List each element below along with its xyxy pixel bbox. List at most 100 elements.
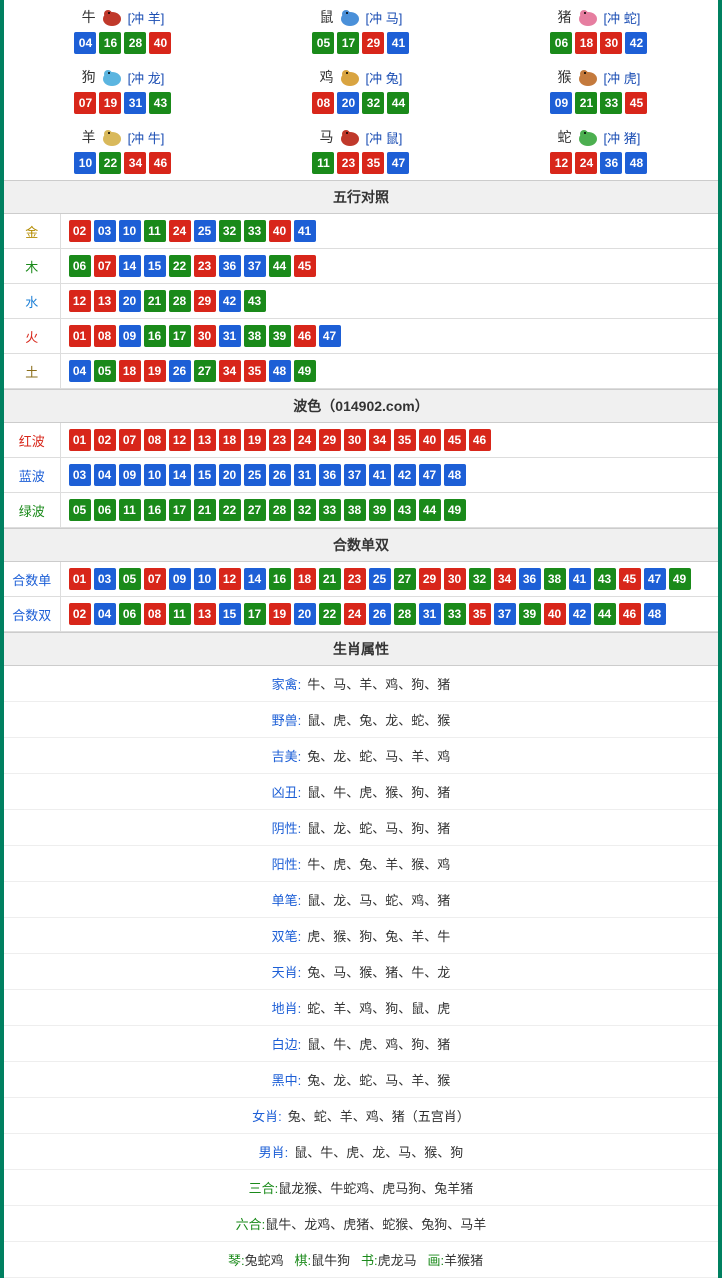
attr-row: 黑中:兔、龙、蛇、马、羊、猴	[4, 1062, 718, 1098]
attr-label: 阴性:	[272, 821, 302, 836]
number-ball: 04	[69, 360, 91, 382]
number-ball: 27	[244, 499, 266, 521]
number-ball: 26	[169, 360, 191, 382]
attr-value: 鼠、龙、马、蛇、鸡、猪	[307, 893, 450, 908]
number-ball: 29	[319, 429, 341, 451]
number-ball: 30	[600, 32, 622, 54]
number-ball: 08	[312, 92, 334, 114]
attr-row: 男肖:鼠、牛、虎、龙、马、猴、狗	[4, 1134, 718, 1170]
attr-row: 凶丑: 鼠、牛、虎、猴、狗、猪	[4, 774, 718, 810]
zodiac-name: 猴	[558, 67, 572, 87]
ox-icon	[98, 6, 126, 28]
number-ball: 38	[344, 499, 366, 521]
number-ball: 24	[169, 220, 191, 242]
number-ball: 36	[519, 568, 541, 590]
number-ball: 22	[219, 499, 241, 521]
number-ball: 35	[394, 429, 416, 451]
row-label: 合数单	[4, 562, 60, 597]
table-row: 红波0102070812131819232429303435404546	[4, 423, 718, 458]
number-ball: 32	[294, 499, 316, 521]
number-ball: 05	[94, 360, 116, 382]
number-ball: 32	[219, 220, 241, 242]
attr-label: 双笔:	[272, 929, 302, 944]
row-balls: 0102070812131819232429303435404546	[60, 423, 718, 458]
attr-row: 白边:鼠、牛、虎、鸡、狗、猪	[4, 1026, 718, 1062]
number-ball: 20	[119, 290, 141, 312]
number-ball: 10	[144, 464, 166, 486]
table-row: 合数单0103050709101214161821232527293032343…	[4, 562, 718, 597]
number-ball: 22	[319, 603, 341, 625]
number-ball: 02	[69, 220, 91, 242]
attr-row: 三合:鼠龙猴、牛蛇鸡、虎马狗、兔羊猪	[4, 1170, 718, 1206]
table-row: 金02031011242532334041	[4, 214, 718, 249]
attr-row: 阳性:牛、虎、兔、羊、猴、鸡	[4, 846, 718, 882]
number-ball: 19	[144, 360, 166, 382]
number-ball: 33	[319, 499, 341, 521]
attr-row: 吉美:兔、龙、蛇、马、羊、鸡	[4, 738, 718, 774]
number-ball: 06	[119, 603, 141, 625]
zodiac-name: 牛	[82, 7, 96, 27]
attr-label: 野兽:	[272, 713, 302, 728]
number-ball: 46	[294, 325, 316, 347]
table-row: 绿波05061116172122272832333839434449	[4, 493, 718, 528]
attr-value: 鼠、牛、虎、猴、狗、猪	[307, 785, 450, 800]
number-ball: 15	[144, 255, 166, 277]
number-ball: 04	[74, 32, 96, 54]
number-ball: 05	[119, 568, 141, 590]
section-header-wuxing: 五行对照	[4, 180, 718, 214]
rooster-icon	[336, 66, 364, 88]
row-label: 绿波	[4, 493, 60, 528]
row-balls: 03040910141520252631363741424748	[60, 458, 718, 493]
number-ball: 23	[269, 429, 291, 451]
number-ball: 41	[369, 464, 391, 486]
number-ball: 43	[394, 499, 416, 521]
zodiac-clash: [冲 牛]	[128, 128, 165, 147]
footer-label: 琴:	[228, 1253, 245, 1268]
number-ball: 13	[194, 603, 216, 625]
attr-row: 野兽:鼠、虎、兔、龙、蛇、猴	[4, 702, 718, 738]
number-ball: 07	[144, 568, 166, 590]
number-ball: 08	[144, 429, 166, 451]
number-ball: 43	[149, 92, 171, 114]
table-row: 木06071415222336374445	[4, 249, 718, 284]
number-ball: 35	[244, 360, 266, 382]
attr-row: 六合:鼠牛、龙鸡、虎猪、蛇猴、兔狗、马羊	[4, 1206, 718, 1242]
attr-value: 兔、龙、蛇、马、羊、鸡	[307, 749, 450, 764]
row-balls: 04051819262734354849	[60, 354, 718, 389]
attr-label: 凶丑:	[272, 785, 302, 800]
zodiac-name: 蛇	[558, 127, 572, 147]
number-ball: 36	[600, 152, 622, 174]
attr-value: 牛、马、羊、鸡、狗、猪	[307, 677, 450, 692]
number-ball: 16	[269, 568, 291, 590]
number-ball: 11	[144, 220, 166, 242]
attr-label: 白边:	[272, 1037, 302, 1052]
number-ball: 34	[124, 152, 146, 174]
number-ball: 23	[194, 255, 216, 277]
attr-row: 地肖:蛇、羊、鸡、狗、鼠、虎	[4, 990, 718, 1026]
number-ball: 37	[244, 255, 266, 277]
number-ball: 14	[244, 568, 266, 590]
number-ball: 39	[269, 325, 291, 347]
number-ball: 20	[337, 92, 359, 114]
attr-row: 家禽:牛、马、羊、鸡、狗、猪	[4, 666, 718, 702]
number-ball: 21	[194, 499, 216, 521]
number-ball: 42	[219, 290, 241, 312]
number-ball: 01	[69, 325, 91, 347]
number-ball: 11	[169, 603, 191, 625]
number-ball: 18	[219, 429, 241, 451]
number-ball: 13	[94, 290, 116, 312]
table-heshu: 合数单0103050709101214161821232527293032343…	[4, 562, 718, 632]
number-ball: 44	[419, 499, 441, 521]
number-ball: 38	[244, 325, 266, 347]
number-ball: 40	[269, 220, 291, 242]
number-ball: 15	[194, 464, 216, 486]
number-ball: 14	[169, 464, 191, 486]
section-header-heshu: 合数单双	[4, 528, 718, 562]
number-ball: 39	[519, 603, 541, 625]
number-ball: 44	[387, 92, 409, 114]
number-ball: 29	[362, 32, 384, 54]
goat-icon	[98, 126, 126, 148]
number-ball: 06	[94, 499, 116, 521]
number-ball: 26	[269, 464, 291, 486]
zodiac-cell-monkey: 猴[冲 虎]09213345	[480, 60, 718, 120]
